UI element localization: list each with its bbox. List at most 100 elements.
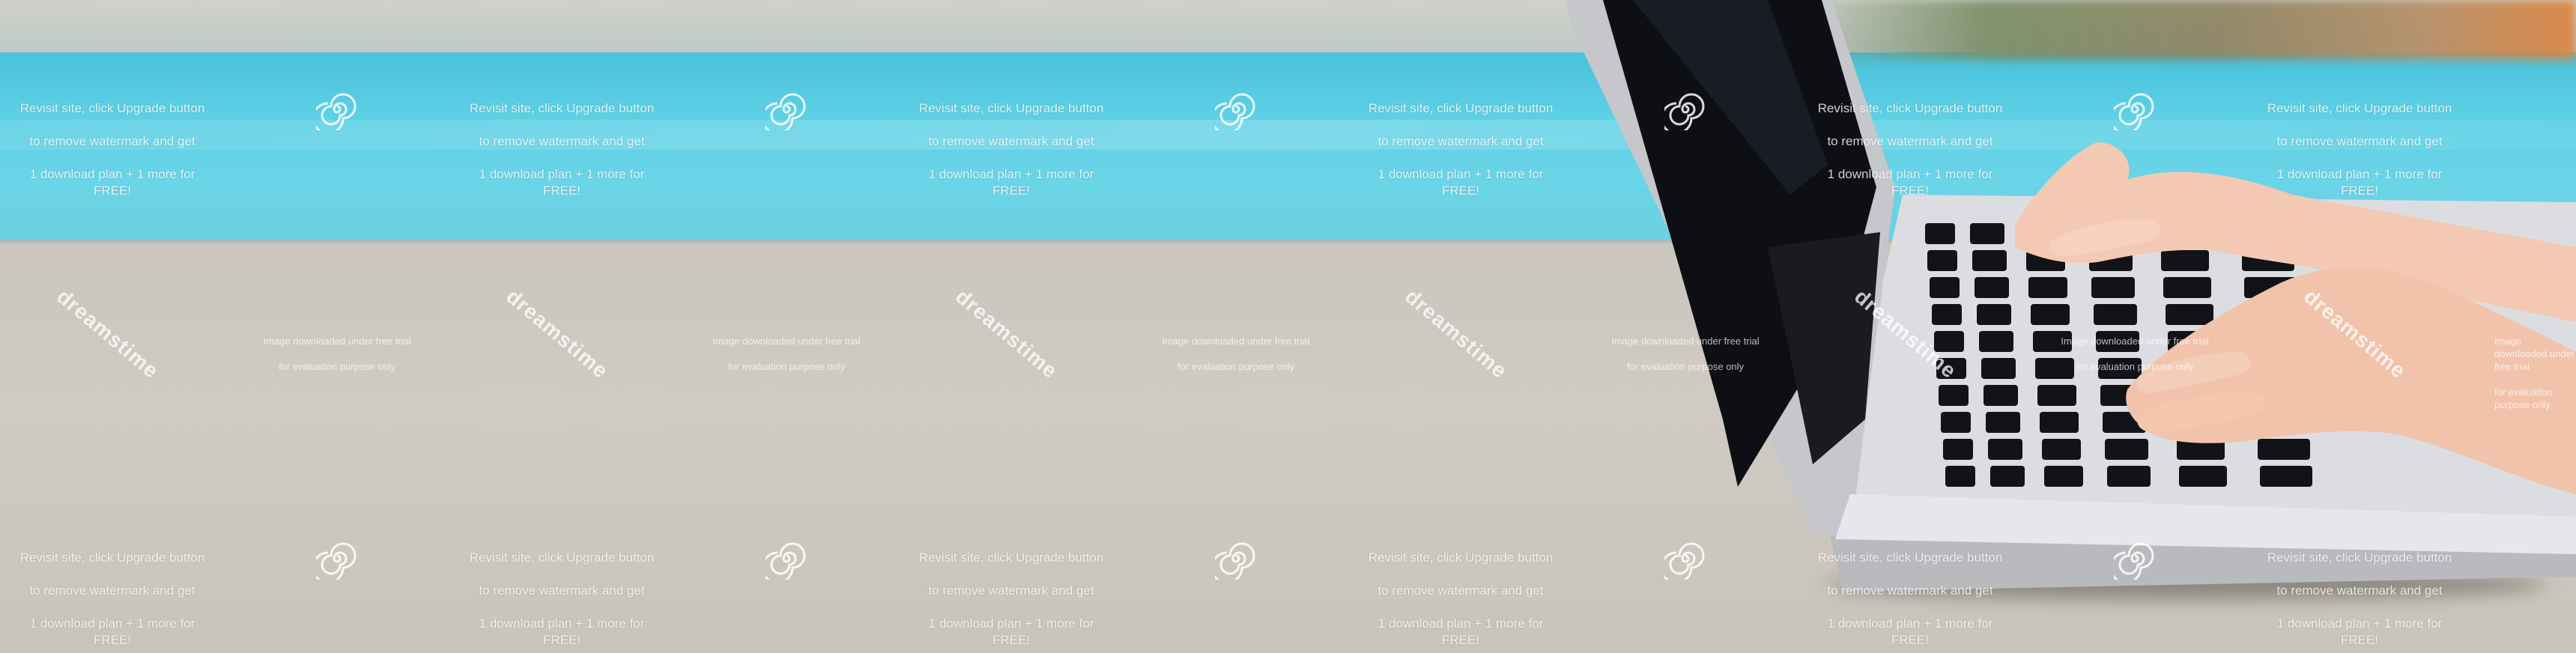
keyboard-key bbox=[1939, 385, 1969, 406]
photo-scene: Revisit site, click Upgrade button to re… bbox=[0, 0, 2576, 653]
watermark-trial-notice: Image downloaded under free trial for ev… bbox=[247, 322, 427, 373]
watermark-line: 1 download plan + 1 more for FREE! bbox=[928, 167, 1094, 198]
spiral-icon bbox=[766, 542, 806, 580]
watermark-line: for evaluation purpose only bbox=[278, 361, 396, 372]
keyboard-key bbox=[1986, 412, 2020, 433]
watermark-trial-notice: Image downloaded under free trial for ev… bbox=[1595, 322, 1775, 373]
watermark-notice: Revisit site, click Upgrade button to re… bbox=[2262, 533, 2457, 649]
watermark-line: 1 download plan + 1 more for FREE! bbox=[928, 616, 1094, 647]
spiral-icon bbox=[2114, 542, 2154, 580]
keyboard-key bbox=[2260, 466, 2312, 487]
watermark-line: to remove watermark and get bbox=[479, 134, 645, 148]
watermark-line: Image downloaded under free trial bbox=[1611, 335, 1760, 347]
keyboard-key bbox=[1977, 304, 2011, 325]
watermark-line: Revisit site, click Upgrade button bbox=[1817, 550, 2003, 565]
watermark-notice: Revisit site, click Upgrade button to re… bbox=[914, 533, 1109, 649]
keyboard-key bbox=[2042, 439, 2081, 460]
watermark-notice: Revisit site, click Upgrade button to re… bbox=[1813, 84, 2007, 199]
watermark-line: for evaluation purpose only bbox=[2494, 386, 2554, 410]
watermark-line: Revisit site, click Upgrade button bbox=[2267, 101, 2452, 115]
watermark-notice: Revisit site, click Upgrade button to re… bbox=[1363, 84, 1558, 199]
watermark-line: Revisit site, click Upgrade button bbox=[19, 550, 205, 565]
watermark-line: Image downloaded under free trial bbox=[2494, 335, 2575, 372]
keyboard-key bbox=[2105, 439, 2148, 460]
watermark-line: to remove watermark and get bbox=[479, 583, 645, 598]
watermark-notice: Revisit site, click Upgrade button to re… bbox=[1813, 533, 2007, 649]
watermark-line: 1 download plan + 1 more for FREE! bbox=[479, 616, 645, 647]
watermark-notice: Revisit site, click Upgrade button to re… bbox=[15, 84, 210, 199]
keyboard-key bbox=[1970, 223, 2004, 244]
watermark-line: Revisit site, click Upgrade button bbox=[469, 550, 655, 565]
watermark-line: 1 download plan + 1 more for FREE! bbox=[1378, 616, 1544, 647]
keyboard-key bbox=[1979, 331, 2013, 352]
spiral-icon bbox=[1215, 93, 1255, 130]
watermark-line: Image downloaded under free trial bbox=[263, 335, 411, 347]
keyboard-key bbox=[1941, 412, 1971, 433]
watermark-line: Revisit site, click Upgrade button bbox=[918, 550, 1104, 565]
watermark-line: 1 download plan + 1 more for FREE! bbox=[1378, 167, 1544, 198]
keyboard-key bbox=[1943, 439, 1973, 460]
keyboard-key bbox=[1990, 466, 2025, 487]
keyboard-key bbox=[2258, 439, 2310, 460]
keyboard-key bbox=[1925, 223, 1955, 244]
watermark-notice: Revisit site, click Upgrade button to re… bbox=[15, 533, 210, 649]
watermark-notice: Revisit site, click Upgrade button to re… bbox=[2262, 84, 2457, 199]
spiral-icon bbox=[316, 542, 357, 580]
watermark-line: Revisit site, click Upgrade button bbox=[469, 101, 655, 115]
watermark-line: Image downloaded under free trial bbox=[712, 335, 861, 347]
keyboard-key bbox=[2040, 412, 2079, 433]
watermark-line: to remove watermark and get bbox=[1378, 583, 1544, 598]
keyboard-key bbox=[2179, 466, 2227, 487]
keyboard-key bbox=[1983, 385, 2018, 406]
watermark-line: 1 download plan + 1 more for FREE! bbox=[2276, 167, 2443, 198]
watermark-line: for evaluation purpose only bbox=[2076, 361, 2194, 372]
keyboard-key bbox=[1975, 277, 2009, 298]
watermark-notice: Revisit site, click Upgrade button to re… bbox=[464, 84, 659, 199]
keyboard-key bbox=[2044, 466, 2083, 487]
keyboard-key bbox=[1988, 439, 2022, 460]
watermark-line: for evaluation purpose only bbox=[1626, 361, 1745, 372]
watermark-trial-notice: Image downloaded under free trial for ev… bbox=[2494, 322, 2576, 411]
watermark-line: 1 download plan + 1 more for FREE! bbox=[1827, 616, 1993, 647]
watermark-line: 1 download plan + 1 more for FREE! bbox=[29, 167, 196, 198]
keyboard-key bbox=[1930, 277, 1960, 298]
watermark-line: Revisit site, click Upgrade button bbox=[1368, 101, 1554, 115]
keyboard-key bbox=[2161, 250, 2209, 271]
watermark-line: Revisit site, click Upgrade button bbox=[19, 101, 205, 115]
spiral-icon bbox=[1664, 93, 1705, 130]
watermark-line: Revisit site, click Upgrade button bbox=[1817, 101, 2003, 115]
watermark-line: to remove watermark and get bbox=[928, 583, 1094, 598]
watermark-line: for evaluation purpose only bbox=[727, 361, 846, 372]
spiral-icon bbox=[1215, 542, 1255, 580]
keyboard-key bbox=[1972, 250, 2007, 271]
watermark-line: 1 download plan + 1 more for FREE! bbox=[1827, 167, 1993, 198]
watermark-trial-notice: Image downloaded under free trial for ev… bbox=[1146, 322, 1326, 373]
watermark-line: Image downloaded under free trial bbox=[1162, 335, 1310, 347]
watermark-line: to remove watermark and get bbox=[2276, 134, 2443, 148]
watermark-line: 1 download plan + 1 more for FREE! bbox=[2276, 616, 2443, 647]
spiral-icon bbox=[766, 93, 806, 130]
keyboard-key bbox=[1927, 250, 1957, 271]
watermark-trial-notice: Image downloaded under free trial for ev… bbox=[697, 322, 876, 373]
watermark-line: for evaluation purpose only bbox=[1177, 361, 1295, 372]
watermark-line: Revisit site, click Upgrade button bbox=[2267, 550, 2452, 565]
keyboard-key bbox=[1932, 304, 1962, 325]
watermark-line: to remove watermark and get bbox=[29, 583, 196, 598]
watermark-line: Revisit site, click Upgrade button bbox=[1368, 550, 1554, 565]
keyboard-key bbox=[2091, 277, 2135, 298]
keyboard-key bbox=[1981, 358, 2016, 379]
watermark-line: 1 download plan + 1 more for FREE! bbox=[479, 167, 645, 198]
watermark-line: to remove watermark and get bbox=[1827, 134, 1993, 148]
watermark-line: 1 download plan + 1 more for FREE! bbox=[29, 616, 196, 647]
watermark-line: Revisit site, click Upgrade button bbox=[918, 101, 1104, 115]
watermark-line: to remove watermark and get bbox=[29, 134, 196, 148]
watermark-line: to remove watermark and get bbox=[1827, 583, 1993, 598]
spiral-icon bbox=[316, 93, 357, 130]
watermark-line: to remove watermark and get bbox=[1378, 134, 1544, 148]
keyboard-key bbox=[2037, 385, 2076, 406]
watermark-notice: Revisit site, click Upgrade button to re… bbox=[1363, 533, 1558, 649]
watermark-notice: Revisit site, click Upgrade button to re… bbox=[464, 533, 659, 649]
watermark-trial-notice: Image downloaded under free trial for ev… bbox=[2045, 322, 2225, 373]
spiral-icon bbox=[2114, 93, 2154, 130]
keyboard-key bbox=[1945, 466, 1975, 487]
